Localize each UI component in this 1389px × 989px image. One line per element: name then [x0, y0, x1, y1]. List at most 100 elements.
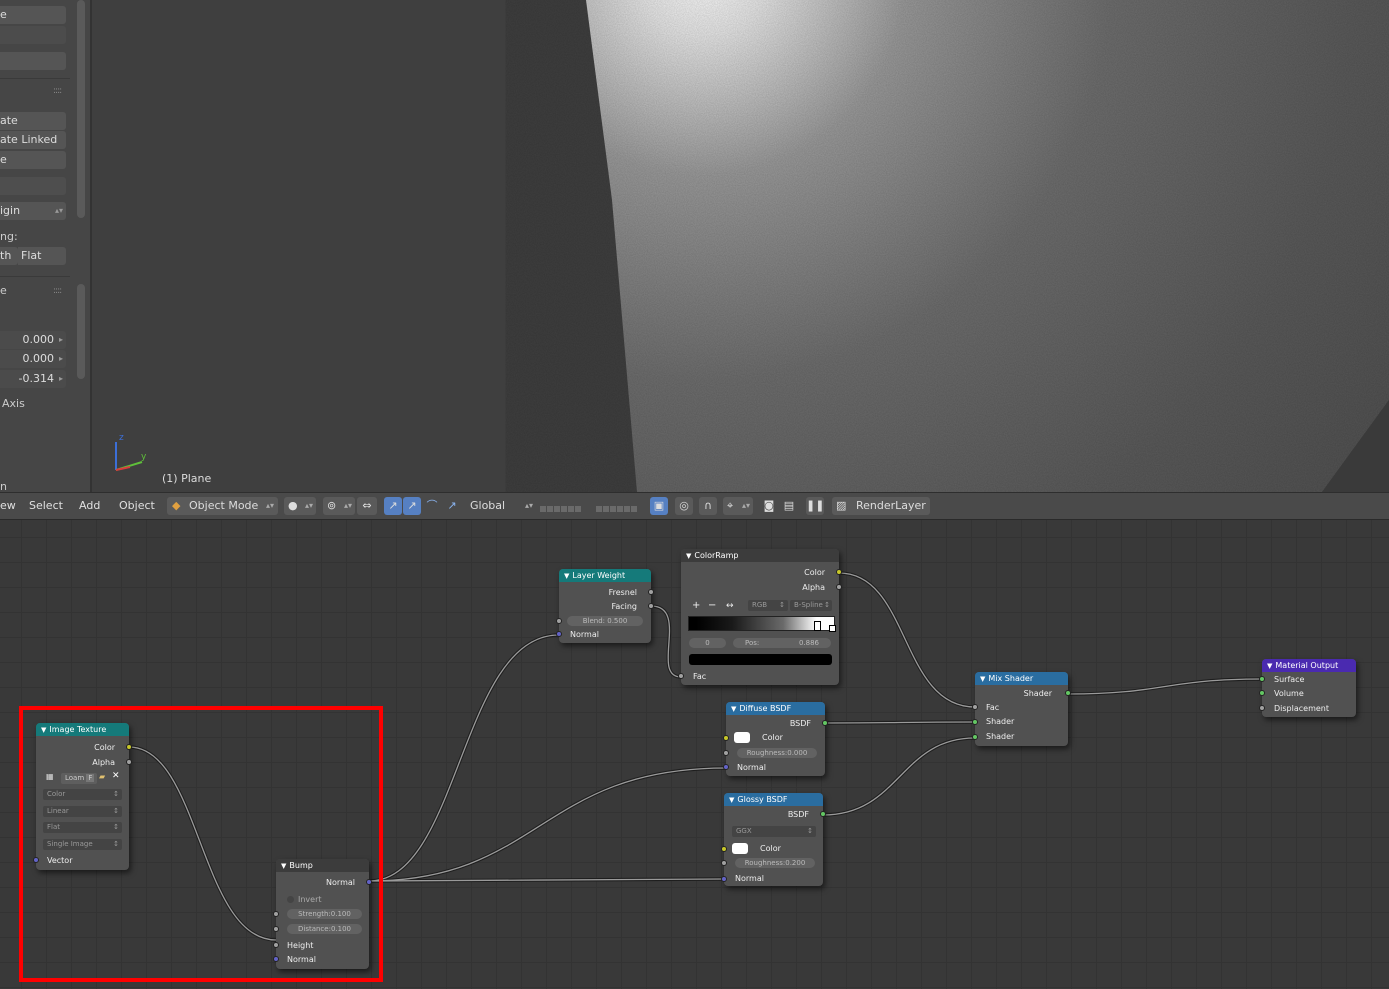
colorramp-node[interactable]: ▼ ColorRamp Color Alpha + − ↔ RGB ↕ B-Spli… — [678, 549, 842, 685]
input-color-socket[interactable] — [721, 846, 727, 852]
output-shader-socket[interactable] — [1065, 690, 1071, 696]
stop-color-swatch[interactable] — [689, 654, 832, 665]
3d-viewport[interactable]: z y (1) Plane — [92, 0, 1389, 492]
input-roughness-socket[interactable] — [723, 750, 729, 756]
rotate-manipulator-button[interactable]: ↗ — [403, 497, 421, 515]
location-y-field[interactable]: 0.000 ▸ — [0, 350, 66, 368]
material-output-header[interactable]: ▼ Material Output — [1262, 659, 1356, 672]
pause-button[interactable]: ❚❚ — [806, 497, 824, 515]
input-fac-socket[interactable] — [678, 673, 684, 679]
snap-toggle-button[interactable]: ∩ — [699, 497, 717, 515]
tool-button-blank-2[interactable] — [0, 52, 66, 70]
input-normal-socket[interactable] — [556, 631, 562, 637]
flip-ramp-button[interactable]: ↔ — [726, 601, 734, 611]
stop-position-field[interactable]: Pos: 0.886 — [733, 638, 831, 648]
output-alpha-socket[interactable] — [836, 584, 842, 590]
smooth-button[interactable]: th — [0, 247, 18, 265]
duplicate-button[interactable]: ate — [0, 112, 66, 130]
render-animation-button[interactable]: ▤ — [780, 497, 798, 515]
glossy-header[interactable]: ▼ Glossy BSDF — [724, 793, 823, 806]
blend-field[interactable]: Blend: 0.500 — [567, 616, 643, 626]
remove-stop-button[interactable]: − — [708, 600, 716, 611]
collapse-triangle-icon[interactable]: ▼ — [980, 673, 985, 686]
lock-layers-button[interactable]: ▣ — [650, 497, 668, 515]
colorramp-header[interactable]: ▼ ColorRamp — [681, 549, 839, 562]
input-surface-socket[interactable] — [1259, 676, 1265, 682]
scrollbar-upper[interactable] — [77, 0, 85, 218]
tool-button-blank[interactable] — [0, 26, 66, 44]
input-fac-socket[interactable] — [972, 704, 978, 710]
input-displacement-socket[interactable] — [1259, 705, 1265, 711]
duplicate-linked-button[interactable]: ate Linked — [0, 131, 66, 149]
mode-dropdown[interactable]: ◆ Object Mode ▴▾ — [167, 497, 278, 515]
collapse-triangle-icon[interactable]: ▼ — [564, 570, 569, 583]
scrollbar-lower[interactable] — [77, 284, 85, 379]
menu-view[interactable]: ew — [0, 499, 16, 512]
proportional-edit-button[interactable]: ◎ — [675, 497, 693, 515]
manipulator-toggle[interactable]: ⇔ — [357, 497, 377, 515]
glossy-color-swatch[interactable] — [732, 843, 748, 854]
output-fresnel-socket[interactable] — [648, 589, 654, 595]
output-bsdf-socket[interactable] — [820, 811, 826, 817]
layer-grid-2[interactable] — [596, 498, 646, 531]
collapse-triangle-icon[interactable]: ▼ — [686, 550, 691, 563]
input-blend-socket[interactable] — [556, 618, 562, 624]
render-layer-selector[interactable]: ▨ RenderLayer — [832, 497, 930, 515]
output-facing-socket[interactable] — [648, 603, 654, 609]
material-output-node[interactable]: ▼ Material Output Surface Volume Displace… — [1259, 659, 1356, 717]
set-origin-dropdown[interactable]: igin ▴▾ — [0, 202, 66, 220]
arc-manipulator-button[interactable]: ⌒ — [423, 497, 441, 515]
color-mode-dropdown[interactable]: RGB ↕ — [748, 600, 788, 611]
axis-z-label: z — [119, 433, 124, 443]
mix-shader-header[interactable]: ▼ Mix Shader — [975, 672, 1068, 685]
stop-index-field[interactable]: 0 — [689, 638, 726, 648]
location-x-field[interactable]: 0.000 ▸ — [0, 331, 66, 349]
tool-button[interactable]: e — [0, 6, 66, 24]
layer-weight-header[interactable]: ▼ Layer Weight — [559, 569, 651, 582]
input-normal-socket[interactable] — [723, 764, 729, 770]
snap-element-dropdown[interactable]: ⌖ ▴▾ — [723, 497, 753, 515]
menu-object[interactable]: Object — [119, 499, 155, 512]
input-color-socket[interactable] — [723, 735, 729, 741]
layer-grid-1[interactable] — [540, 498, 590, 531]
scale-manipulator-button[interactable]: ↗ — [443, 497, 461, 515]
delete-button[interactable]: e — [0, 151, 66, 169]
location-z-field[interactable]: -0.314 ▸ — [0, 370, 66, 388]
glossy-bsdf-node[interactable]: ▼ Glossy BSDF BSDF GGX ↕ Color Roughness:0… — [721, 793, 826, 886]
add-stop-button[interactable]: + — [692, 600, 700, 611]
output-bsdf-socket[interactable] — [822, 720, 828, 726]
layer-weight-node[interactable]: ▼ Layer Weight Fresnel Facing Blend: 0.50… — [556, 569, 654, 643]
output-color-socket[interactable] — [836, 569, 842, 575]
pivot-dropdown[interactable]: ⊚ ▴▾ — [323, 497, 355, 515]
input-roughness-socket[interactable] — [721, 860, 727, 866]
distribution-dropdown[interactable]: GGX ↕ — [732, 826, 816, 837]
panel-grip-icon[interactable]: :::: — [53, 86, 62, 96]
collapse-triangle-icon[interactable]: ▼ — [729, 794, 734, 807]
input-shader-1-socket[interactable] — [972, 719, 978, 725]
roughness-field[interactable]: Roughness:0.000 — [737, 748, 817, 758]
tool-button-blank-3[interactable] — [0, 177, 66, 195]
translate-manipulator-button[interactable]: ↗ — [384, 497, 402, 515]
menu-add[interactable]: Add — [79, 499, 100, 512]
menu-select[interactable]: Select — [29, 499, 63, 512]
diffuse-color-swatch[interactable] — [734, 732, 750, 743]
input-normal-socket[interactable] — [721, 876, 727, 882]
collapse-triangle-icon[interactable]: ▼ — [731, 703, 736, 716]
input-shader-2-socket[interactable] — [972, 734, 978, 740]
roughness-field[interactable]: Roughness:0.200 — [735, 858, 815, 868]
viewport-shading-dropdown[interactable]: ● ▴▾ — [284, 497, 316, 515]
panel-grip-icon-2[interactable]: :::: — [53, 286, 62, 296]
flat-button[interactable]: Flat — [18, 247, 66, 265]
render-button[interactable]: ◙ — [760, 497, 778, 515]
ramp-stop-end[interactable] — [829, 625, 836, 632]
input-volume-socket[interactable] — [1259, 690, 1265, 696]
diffuse-header[interactable]: ▼ Diffuse BSDF — [726, 702, 825, 715]
diffuse-bsdf-node[interactable]: ▼ Diffuse BSDF BSDF Color Roughness:0.000… — [723, 702, 828, 776]
ramp-stop-white[interactable] — [814, 621, 821, 631]
orientation-dropdown[interactable]: Global ▴▾ — [463, 497, 537, 515]
ramp-interpolation-dropdown[interactable]: B-Spline ↕ — [790, 600, 832, 611]
mix-shader-node[interactable]: ▼ Mix Shader Shader Fac Shader Shader — [972, 672, 1071, 746]
collapse-triangle-icon[interactable]: ▼ — [1267, 660, 1272, 673]
pos-value: 0.886 — [798, 639, 819, 647]
color-ramp-gradient[interactable] — [688, 616, 835, 631]
